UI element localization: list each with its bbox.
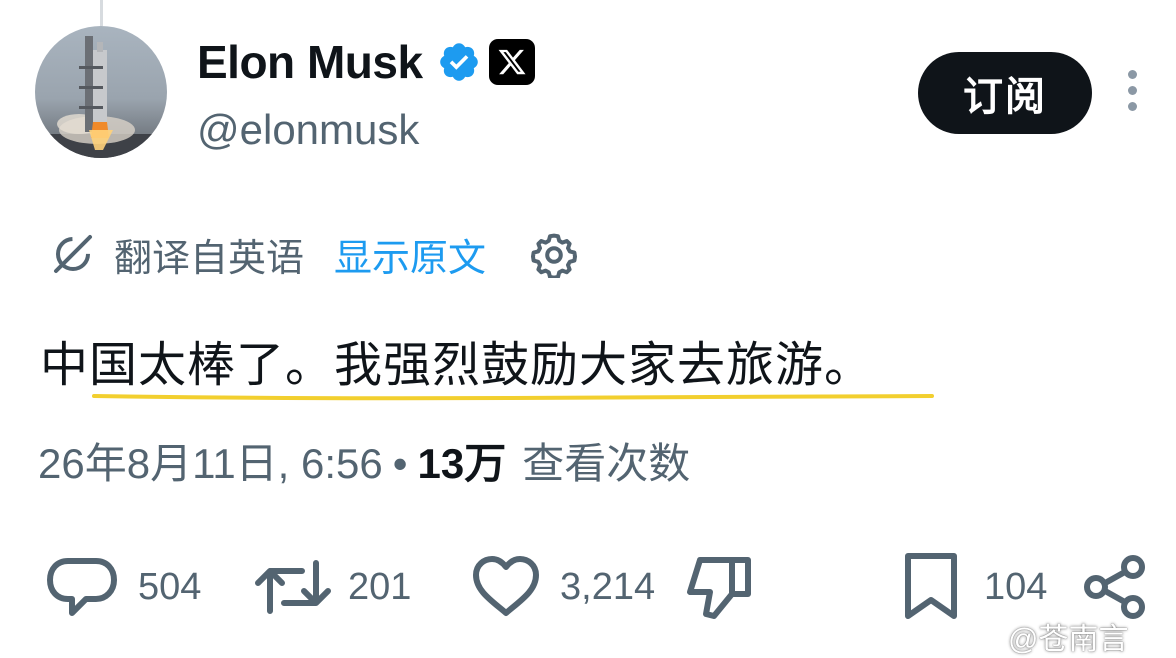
scroll-indicator (100, 0, 103, 26)
reply-icon (47, 558, 117, 616)
avatar[interactable] (35, 26, 167, 158)
author-handle[interactable]: @elonmusk (197, 106, 419, 154)
translate-icon (54, 235, 92, 273)
retweet-button[interactable]: 201 (252, 552, 411, 622)
verified-badge-icon[interactable] (437, 40, 481, 84)
retweet-icon (255, 560, 331, 614)
view-count[interactable]: 13万 (417, 430, 506, 491)
show-original-link[interactable]: 显示原文 (334, 227, 486, 282)
more-dot (1127, 86, 1137, 95)
translated-from-label: 翻译自英语 (114, 237, 305, 280)
view-count-label: 查看次数 (522, 440, 691, 487)
x-logo-glyph (498, 49, 526, 75)
share-icon (1084, 555, 1145, 619)
tweet-text: 中国太棒了。我强烈鼓励大家去旅游。 (40, 339, 874, 392)
author-row: Elon Musk (197, 34, 535, 90)
dislike-button[interactable] (684, 552, 754, 622)
bookmark-button[interactable]: 104 (902, 552, 1047, 622)
share-button[interactable] (1082, 552, 1148, 622)
bookmark-icon (905, 553, 957, 619)
reply-button[interactable]: 504 (46, 552, 201, 622)
bookmark-count: 104 (984, 565, 1048, 608)
thumbs-down-icon (687, 557, 751, 619)
like-count: 3,214 (560, 565, 656, 608)
more-dot (1127, 102, 1137, 111)
meta-separator: • (392, 440, 408, 487)
heart-icon (473, 556, 539, 616)
gear-icon[interactable] (530, 230, 578, 278)
like-button[interactable]: 3,214 (470, 552, 655, 622)
rocket-launch-avatar (35, 36, 167, 158)
x-logo-icon[interactable] (488, 39, 535, 85)
watermark: @苍南言 (1008, 623, 1129, 656)
subscribe-button[interactable]: 订阅 (918, 52, 1092, 134)
highlight-underline (92, 394, 934, 401)
tweet-meta: 26年8月11日, 6:56 • 13万 查看次数 (38, 430, 690, 491)
author-name[interactable]: Elon Musk (197, 35, 423, 89)
more-vertical-icon[interactable] (1122, 70, 1142, 114)
retweet-count: 201 (348, 565, 412, 608)
translation-bar: 翻译自英语 显示原文 (48, 226, 578, 282)
tweet-timestamp[interactable]: 26年8月11日, 6:56 (38, 430, 383, 491)
more-dot (1127, 70, 1137, 79)
reply-count: 504 (138, 565, 202, 608)
